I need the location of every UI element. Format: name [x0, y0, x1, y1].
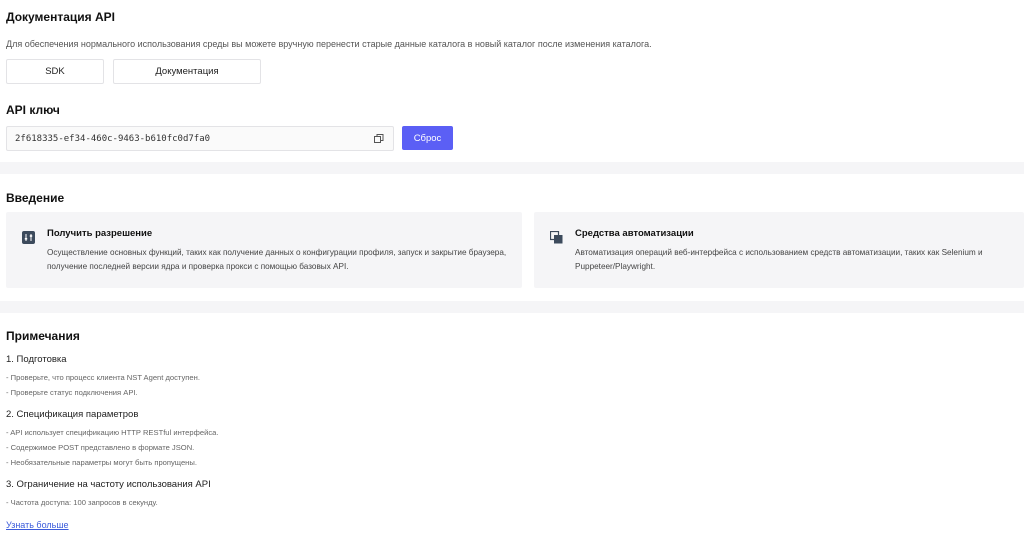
- copy-stack-icon: [549, 230, 563, 244]
- documentation-button[interactable]: Документация: [113, 59, 261, 84]
- intro-title: Введение: [6, 191, 65, 205]
- note-item: - Содержимое POST представлено в формате…: [6, 443, 195, 452]
- api-key-title: API ключ: [6, 103, 60, 117]
- copy-icon[interactable]: [373, 133, 385, 145]
- notes-title: Примечания: [6, 329, 80, 343]
- note-item: - API использует спецификацию HTTP RESTf…: [6, 428, 219, 437]
- automation-card-title: Средства автоматизации: [575, 228, 694, 239]
- note-heading-preparation: 1. Подготовка: [6, 354, 67, 365]
- section-divider: [0, 301, 1024, 313]
- automation-card-text: Автоматизация операций веб-интерфейса с …: [575, 248, 983, 271]
- api-docs-description: Для обеспечения нормального использовани…: [6, 39, 652, 49]
- permission-card: Получить разрешение Осуществление основн…: [6, 212, 522, 288]
- note-item: - Проверьте статус подключения API.: [6, 388, 138, 397]
- intro-section: Введение Получить разрешение Осуществлен…: [0, 174, 1024, 301]
- note-heading-parameters: 2. Спецификация параметров: [6, 409, 139, 420]
- api-key-value: 2f618335-ef34-460c-9463-b610fc0d7fa0: [15, 133, 211, 144]
- api-docs-title: Документация API: [6, 10, 115, 24]
- note-heading-rate-limit: 3. Ограничение на частоту использования …: [6, 479, 211, 490]
- reset-key-button[interactable]: Сброс: [402, 126, 453, 150]
- automation-card: Средства автоматизации Автоматизация опе…: [534, 212, 1024, 288]
- notes-section: Примечания 1. Подготовка - Проверьте, чт…: [0, 313, 1024, 535]
- sdk-button[interactable]: SDK: [6, 59, 104, 84]
- permission-card-title: Получить разрешение: [47, 228, 153, 239]
- section-divider: [0, 162, 1024, 174]
- api-key-field[interactable]: 2f618335-ef34-460c-9463-b610fc0d7fa0: [6, 126, 394, 151]
- learn-more-link[interactable]: Узнать больше: [6, 520, 69, 530]
- sliders-icon: [22, 231, 35, 244]
- note-item: - Необязательные параметры могут быть пр…: [6, 458, 197, 467]
- note-item: - Частота доступа: 100 запросов в секунд…: [6, 498, 158, 507]
- permission-card-text: Осуществление основных функций, таких ка…: [47, 248, 507, 271]
- note-item: - Проверьте, что процесс клиента NST Age…: [6, 373, 200, 382]
- api-docs-section: Документация API Для обеспечения нормаль…: [0, 0, 1024, 162]
